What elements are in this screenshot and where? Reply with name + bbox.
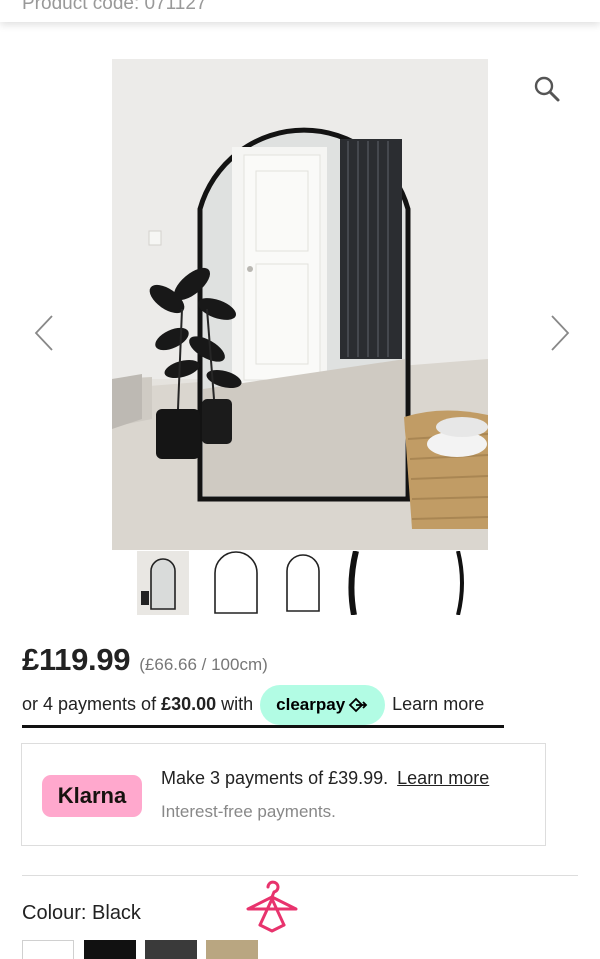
chevron-left-icon[interactable] bbox=[30, 312, 58, 354]
unit-price: (£66.66 / 100cm) bbox=[139, 655, 268, 674]
clearpay-prefix: or 4 payments of bbox=[22, 694, 157, 714]
thumbnail-strip bbox=[0, 551, 600, 617]
colour-label: Colour: Black bbox=[22, 902, 141, 924]
swatch-white[interactable] bbox=[22, 940, 74, 959]
clearpay-row: or 4 payments of £30.00 with clearpay Le… bbox=[22, 684, 504, 728]
thumbnail-mirror-side-image bbox=[286, 554, 320, 612]
klarna-logo: Klarna bbox=[42, 775, 142, 817]
magnifier-icon[interactable] bbox=[533, 75, 561, 103]
swatch-gold[interactable] bbox=[206, 940, 258, 959]
thumbnail-mirror-front[interactable] bbox=[211, 551, 263, 615]
clearpay-amount: £30.00 bbox=[161, 694, 217, 714]
clearpay-brand: clearpay bbox=[276, 694, 346, 714]
main-product-image[interactable] bbox=[112, 59, 488, 550]
top-bar: Product code: 071127 bbox=[0, 0, 600, 22]
klarna-payments-text: Make 3 payments of £39.99. bbox=[161, 768, 389, 788]
klarna-message: Make 3 payments of £39.99. Learn more bbox=[161, 768, 489, 789]
product-gallery bbox=[0, 50, 600, 620]
swatch-black[interactable] bbox=[84, 940, 136, 959]
product-code: Product code: 071127 bbox=[22, 0, 207, 14]
thumbnail-room-image bbox=[137, 551, 189, 615]
chevron-right-icon[interactable] bbox=[546, 312, 574, 354]
hanger-icon[interactable] bbox=[244, 877, 300, 935]
thumbnail-room[interactable] bbox=[137, 551, 189, 615]
klarna-subtext: Interest-free payments. bbox=[161, 802, 336, 821]
swatch-charcoal[interactable] bbox=[145, 940, 197, 959]
thumbnail-frame-closeup-image bbox=[348, 551, 359, 615]
thumbnail-frame-edge-image bbox=[456, 551, 464, 615]
thumbnail-mirror-front-image bbox=[214, 551, 258, 614]
clearpay-arrows-icon bbox=[348, 697, 368, 712]
klarna-box: Klarna Make 3 payments of £39.99. Learn … bbox=[21, 743, 546, 846]
clearpay-badge: clearpay bbox=[260, 684, 386, 725]
thumbnail-mirror-side[interactable] bbox=[281, 551, 333, 615]
section-divider bbox=[22, 875, 578, 876]
product-price: £119.99 bbox=[22, 642, 131, 677]
clearpay-learn-more-link[interactable]: Learn more bbox=[392, 694, 484, 715]
thumbnail-frame-edge[interactable] bbox=[414, 551, 466, 615]
thumbnail-frame-closeup[interactable] bbox=[346, 551, 398, 615]
clearpay-with: with bbox=[221, 694, 254, 714]
klarna-learn-more-link[interactable]: Learn more bbox=[397, 768, 489, 788]
price-row: £119.99 (£66.66 / 100cm) bbox=[22, 642, 268, 682]
mirror-room-illustration bbox=[112, 59, 488, 550]
